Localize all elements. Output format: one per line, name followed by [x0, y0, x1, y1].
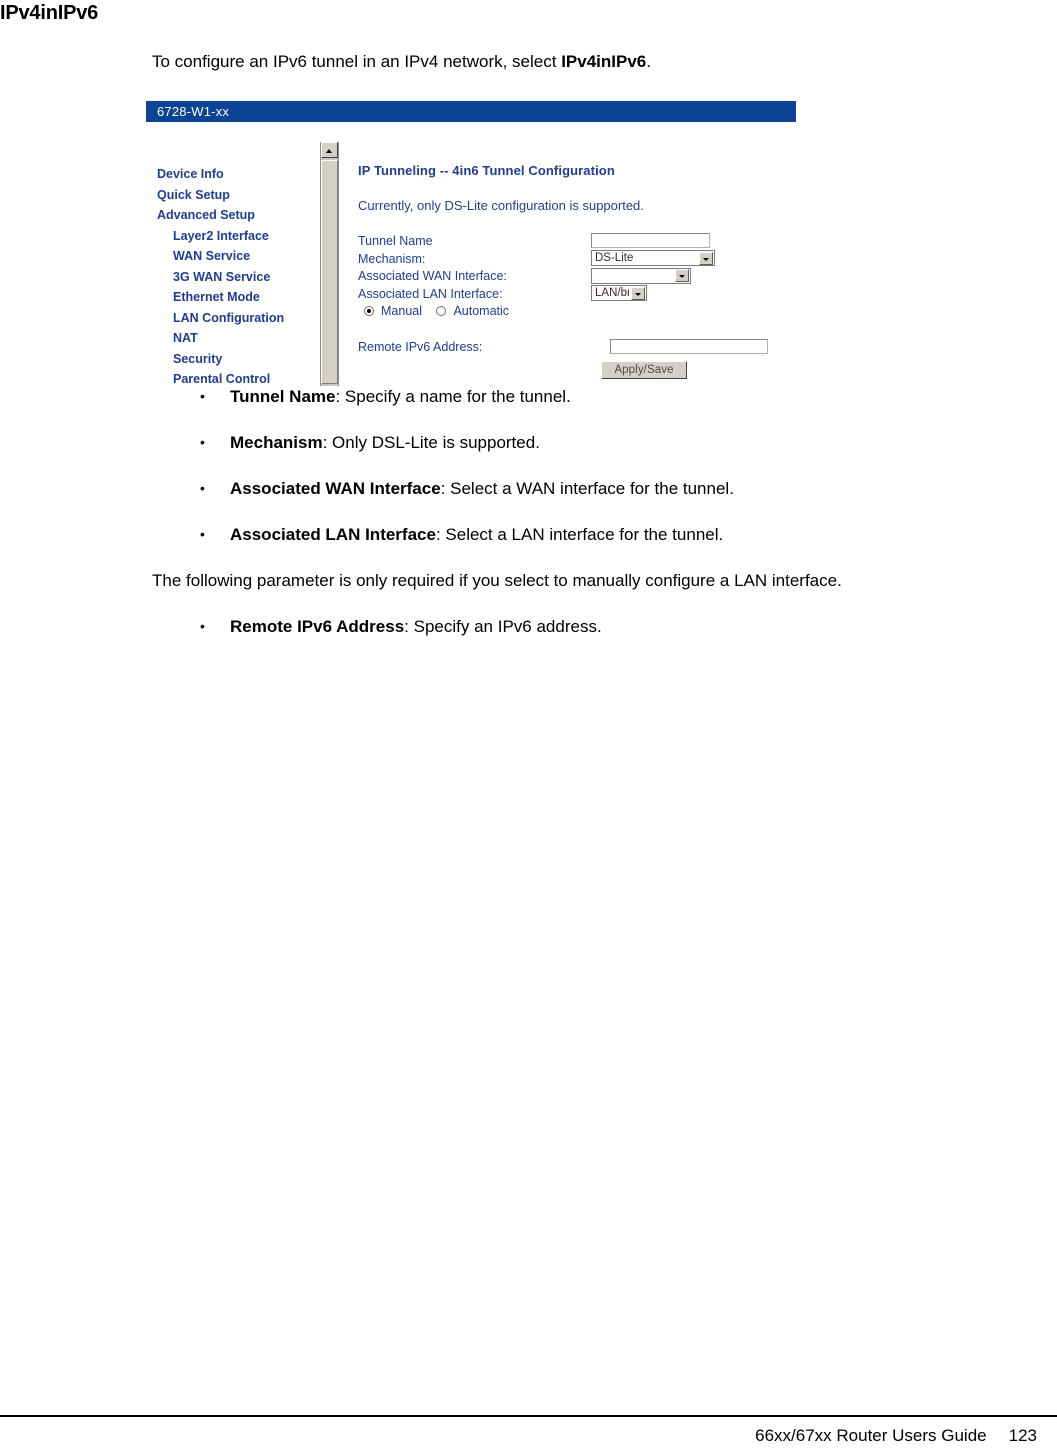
form-row-wan-interface: Associated WAN Interface:	[358, 267, 796, 286]
list-item: Mechanism: Only DSL-Lite is supported.	[152, 430, 1042, 455]
list-item: Associated WAN Interface: Select a WAN i…	[152, 476, 1042, 501]
router-ui-screenshot: 6728-W1-xx Device Info Quick Setup Advan…	[146, 101, 796, 386]
router-window-titlebar: 6728-W1-xx	[146, 101, 796, 122]
lan-mode-radio-group: Manual Automatic	[358, 303, 796, 321]
bullet-desc: : Select a WAN interface for the tunnel.	[440, 479, 734, 498]
intro-text-bold: IPv4inIPv6	[561, 52, 647, 71]
pane-subtext: Currently, only DS-Lite configuration is…	[358, 198, 644, 213]
remote-ipv6-input[interactable]	[610, 339, 768, 355]
sidebar-item-lan-configuration[interactable]: LAN Configuration	[157, 308, 327, 329]
mechanism-select-value: DS-Lite	[595, 252, 634, 265]
bullet-desc: : Specify a name for the tunnel.	[335, 387, 571, 406]
tunnel-config-form: Tunnel Name Mechanism: DS-Lite Associate…	[358, 233, 796, 321]
tunnel-name-input[interactable]	[591, 233, 710, 249]
mechanism-select[interactable]: DS-Lite	[591, 250, 715, 267]
scroll-up-arrow-icon[interactable]	[321, 142, 338, 158]
radio-label-automatic: Automatic	[453, 304, 510, 318]
bullet-desc: : Only DSL-Lite is supported.	[322, 433, 540, 452]
parameter-description-list: Tunnel Name: Specify a name for the tunn…	[152, 384, 1042, 661]
sidebar-item-security[interactable]: Security	[157, 349, 327, 370]
bullet-desc: : Specify an IPv6 address.	[404, 617, 602, 636]
page-footer: 66xx/67xx Router Users Guide 123	[755, 1424, 1037, 1448]
bullet-term: Associated LAN Interface	[230, 525, 436, 544]
form-row-mechanism: Mechanism: DS-Lite	[358, 250, 796, 269]
remote-ipv6-label: Remote IPv6 Address:	[358, 340, 483, 354]
router-sidebar-nav: Device Info Quick Setup Advanced Setup L…	[157, 164, 327, 390]
mechanism-label: Mechanism:	[358, 251, 426, 266]
page-title: IPv4inIPv6	[0, 2, 99, 24]
sidebar-item-3g-wan-service[interactable]: 3G WAN Service	[157, 267, 327, 288]
list-item: Remote IPv6 Address: Specify an IPv6 add…	[152, 614, 1042, 639]
sidebar-item-ethernet-mode[interactable]: Ethernet Mode	[157, 287, 327, 308]
lan-interface-select-value: LAN/br0	[595, 287, 629, 300]
intro-text-prefix: To configure an IPv6 tunnel in an IPv4 n…	[152, 52, 562, 71]
list-item: Tunnel Name: Specify a name for the tunn…	[152, 384, 1042, 409]
chevron-down-icon[interactable]	[631, 286, 645, 300]
list-item: Associated LAN Interface: Select a LAN i…	[152, 522, 1042, 547]
sidebar-item-nat[interactable]: NAT	[157, 328, 327, 349]
chevron-down-icon[interactable]	[675, 269, 689, 283]
sidebar-item-advanced-setup[interactable]: Advanced Setup	[157, 205, 327, 226]
sidebar-scrollbar[interactable]	[320, 142, 339, 386]
intro-text-suffix: .	[646, 52, 651, 71]
radio-label-manual: Manual	[381, 304, 422, 318]
lan-interface-select[interactable]: LAN/br0	[591, 285, 647, 302]
footer-divider	[0, 1415, 1057, 1417]
bullet-term: Mechanism	[230, 433, 323, 452]
pane-heading: IP Tunneling -- 4in6 Tunnel Configuratio…	[358, 163, 615, 178]
footer-guide-title: 66xx/67xx Router Users Guide	[755, 1426, 987, 1445]
sidebar-item-quick-setup[interactable]: Quick Setup	[157, 185, 327, 206]
router-window-body: Device Info Quick Setup Advanced Setup L…	[146, 122, 796, 386]
chevron-down-icon[interactable]	[699, 251, 713, 265]
intro-paragraph: To configure an IPv6 tunnel in an IPv4 n…	[152, 50, 651, 74]
tunnel-name-label: Tunnel Name	[358, 234, 433, 248]
sidebar-item-layer2-interface[interactable]: Layer2 Interface	[157, 226, 327, 247]
radio-option-manual[interactable]: Manual	[364, 304, 422, 318]
apply-save-button[interactable]: Apply/Save	[601, 361, 687, 379]
bullet-desc: : Select a LAN interface for the tunnel.	[435, 525, 724, 544]
wan-interface-label: Associated WAN Interface:	[358, 269, 507, 283]
radio-unselected-icon[interactable]	[436, 306, 447, 316]
form-row-lan-interface: Associated LAN Interface: LAN/br0	[358, 285, 796, 304]
radio-option-automatic[interactable]: Automatic	[436, 304, 509, 318]
bullet-term: Associated WAN Interface	[230, 479, 441, 498]
footer-page-number: 123	[1008, 1426, 1037, 1445]
scrollbar-thumb[interactable]	[321, 160, 338, 384]
sidebar-item-device-info[interactable]: Device Info	[157, 164, 327, 185]
form-row-tunnel-name: Tunnel Name	[358, 233, 796, 251]
bullet-term: Tunnel Name	[230, 387, 336, 406]
bullet-term: Remote IPv6 Address	[230, 617, 405, 636]
lan-interface-label: Associated LAN Interface:	[358, 286, 503, 301]
router-window-title: 6728-W1-xx	[157, 104, 230, 119]
form-row-remote-ipv6: Remote IPv6 Address:	[358, 338, 796, 356]
sidebar-item-wan-service[interactable]: WAN Service	[157, 246, 327, 267]
radio-selected-icon[interactable]	[364, 306, 374, 316]
note-paragraph: The following parameter is only required…	[152, 571, 842, 590]
wan-interface-select[interactable]	[591, 267, 691, 284]
